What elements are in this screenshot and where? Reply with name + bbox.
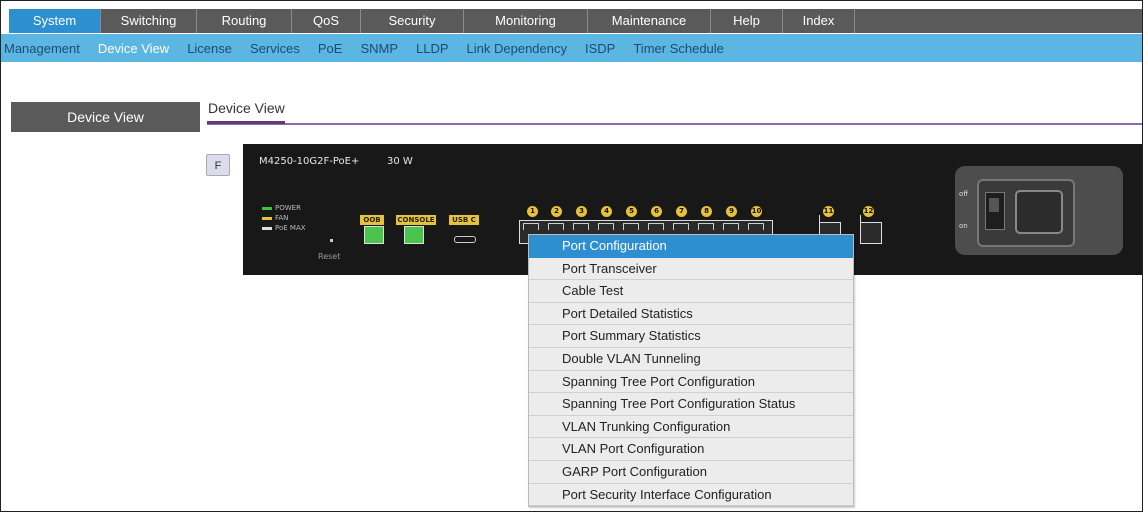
front-view-button[interactable]: F: [206, 154, 230, 176]
port-number-8: 8: [701, 206, 712, 217]
tab-qos[interactable]: QoS: [292, 9, 361, 33]
app-frame: System Switching Routing QoS Security Mo…: [0, 0, 1143, 512]
usbc-tag: USB C: [449, 215, 479, 225]
menu-item-double-vlan-tunneling[interactable]: Double VLAN Tunneling: [529, 348, 853, 371]
sub-navigation: Management Device View License Services …: [1, 34, 1142, 62]
menu-item-vlan-trunking-configuration[interactable]: VLAN Trunking Configuration: [529, 416, 853, 439]
tab-maintenance[interactable]: Maintenance: [588, 9, 711, 33]
menu-item-garp-port-configuration[interactable]: GARP Port Configuration: [529, 461, 853, 484]
reset-label: Reset: [318, 252, 341, 261]
subnav-timer-schedule[interactable]: Timer Schedule: [624, 41, 733, 56]
tab-index[interactable]: Index: [783, 9, 855, 33]
port-number-9: 9: [726, 206, 737, 217]
subnav-lldp[interactable]: LLDP: [407, 41, 458, 56]
port-2-icon[interactable]: [548, 223, 564, 230]
reset-button[interactable]: [330, 239, 333, 242]
menu-item-cable-test[interactable]: Cable Test: [529, 280, 853, 303]
port-5-icon[interactable]: [623, 223, 639, 230]
port-number-7: 7: [676, 206, 687, 217]
port-number-10: 10: [751, 206, 762, 217]
port-number-2: 2: [551, 206, 562, 217]
menu-item-port-transceiver[interactable]: Port Transceiver: [529, 258, 853, 281]
sfp-11-leg: [819, 215, 820, 222]
console-port[interactable]: [404, 226, 424, 244]
sidebar-device-view-button[interactable]: Device View: [11, 102, 200, 132]
port-4-icon[interactable]: [598, 223, 614, 230]
port-number-1: 1: [527, 206, 538, 217]
oob-tag: OOB: [360, 215, 384, 225]
subnav-management[interactable]: Management: [1, 41, 89, 56]
device-model: M4250-10G2F-PoE+: [259, 156, 360, 167]
port-10-icon[interactable]: [748, 223, 764, 230]
led-power: POWER: [262, 204, 301, 212]
menu-item-stp-port-configuration-status[interactable]: Spanning Tree Port Configuration Status: [529, 393, 853, 416]
port-number-11: 11: [823, 206, 834, 217]
menu-item-vlan-port-configuration[interactable]: VLAN Port Configuration: [529, 438, 853, 461]
heading-underline: [207, 121, 285, 124]
port-number-3: 3: [576, 206, 587, 217]
subnav-link-dependency[interactable]: Link Dependency: [458, 41, 576, 56]
subnav-device-view[interactable]: Device View: [89, 41, 178, 56]
subnav-license[interactable]: License: [178, 41, 241, 56]
led-power-label: POWER: [275, 204, 301, 212]
led-fan: FAN: [262, 214, 288, 222]
port-9-icon[interactable]: [723, 223, 739, 230]
topnav-filler: [855, 9, 1142, 33]
port-8-icon[interactable]: [698, 223, 714, 230]
tab-switching[interactable]: Switching: [101, 9, 197, 33]
menu-item-port-security-interface-configuration[interactable]: Port Security Interface Configuration: [529, 484, 853, 507]
port-context-menu: Port Configuration Port Transceiver Cabl…: [528, 234, 854, 508]
power-off-label: off: [959, 190, 969, 198]
tab-system[interactable]: System: [9, 9, 101, 33]
subnav-isdp[interactable]: ISDP: [576, 41, 624, 56]
heading-divider: [207, 123, 1142, 125]
menu-item-port-summary-statistics[interactable]: Port Summary Statistics: [529, 325, 853, 348]
port-3-icon[interactable]: [573, 223, 589, 230]
power-inlet-icon: [1015, 190, 1063, 234]
device-power-budget: 30 W: [387, 156, 413, 167]
port-number-4: 4: [601, 206, 612, 217]
led-poe-label: PoE MAX: [275, 224, 306, 232]
subnav-services[interactable]: Services: [241, 41, 309, 56]
menu-item-port-detailed-statistics[interactable]: Port Detailed Statistics: [529, 303, 853, 326]
subnav-poe[interactable]: PoE: [309, 41, 352, 56]
power-led-icon: [262, 206, 272, 210]
top-navigation: System Switching Routing QoS Security Mo…: [9, 9, 1142, 33]
sfp-port-12[interactable]: [860, 215, 882, 244]
port-6-icon[interactable]: [648, 223, 664, 230]
console-tag: CONSOLE: [396, 215, 436, 225]
tab-help[interactable]: Help: [711, 9, 783, 33]
port-number-5: 5: [626, 206, 637, 217]
tab-security[interactable]: Security: [361, 9, 464, 33]
menu-item-stp-port-configuration[interactable]: Spanning Tree Port Configuration: [529, 371, 853, 394]
power-switch-icon[interactable]: [985, 192, 1005, 230]
power-on-label: on: [959, 222, 968, 230]
port-7-icon[interactable]: [673, 223, 689, 230]
port-number-6: 6: [651, 206, 662, 217]
poe-led-icon: [262, 226, 272, 230]
menu-item-port-configuration[interactable]: Port Configuration: [529, 235, 853, 258]
led-fan-label: FAN: [275, 214, 289, 222]
sfp-12-leg: [860, 215, 861, 222]
page-title: Device View: [208, 100, 285, 116]
tab-routing[interactable]: Routing: [197, 9, 292, 33]
tab-monitoring[interactable]: Monitoring: [464, 9, 588, 33]
port-number-12: 12: [863, 206, 874, 217]
port-1-icon[interactable]: [523, 223, 539, 230]
subnav-snmp[interactable]: SNMP: [351, 41, 407, 56]
led-poe-max: PoE MAX: [262, 224, 306, 232]
fan-led-icon: [262, 216, 272, 220]
oob-port[interactable]: [364, 226, 384, 244]
usbc-port[interactable]: [454, 236, 476, 243]
